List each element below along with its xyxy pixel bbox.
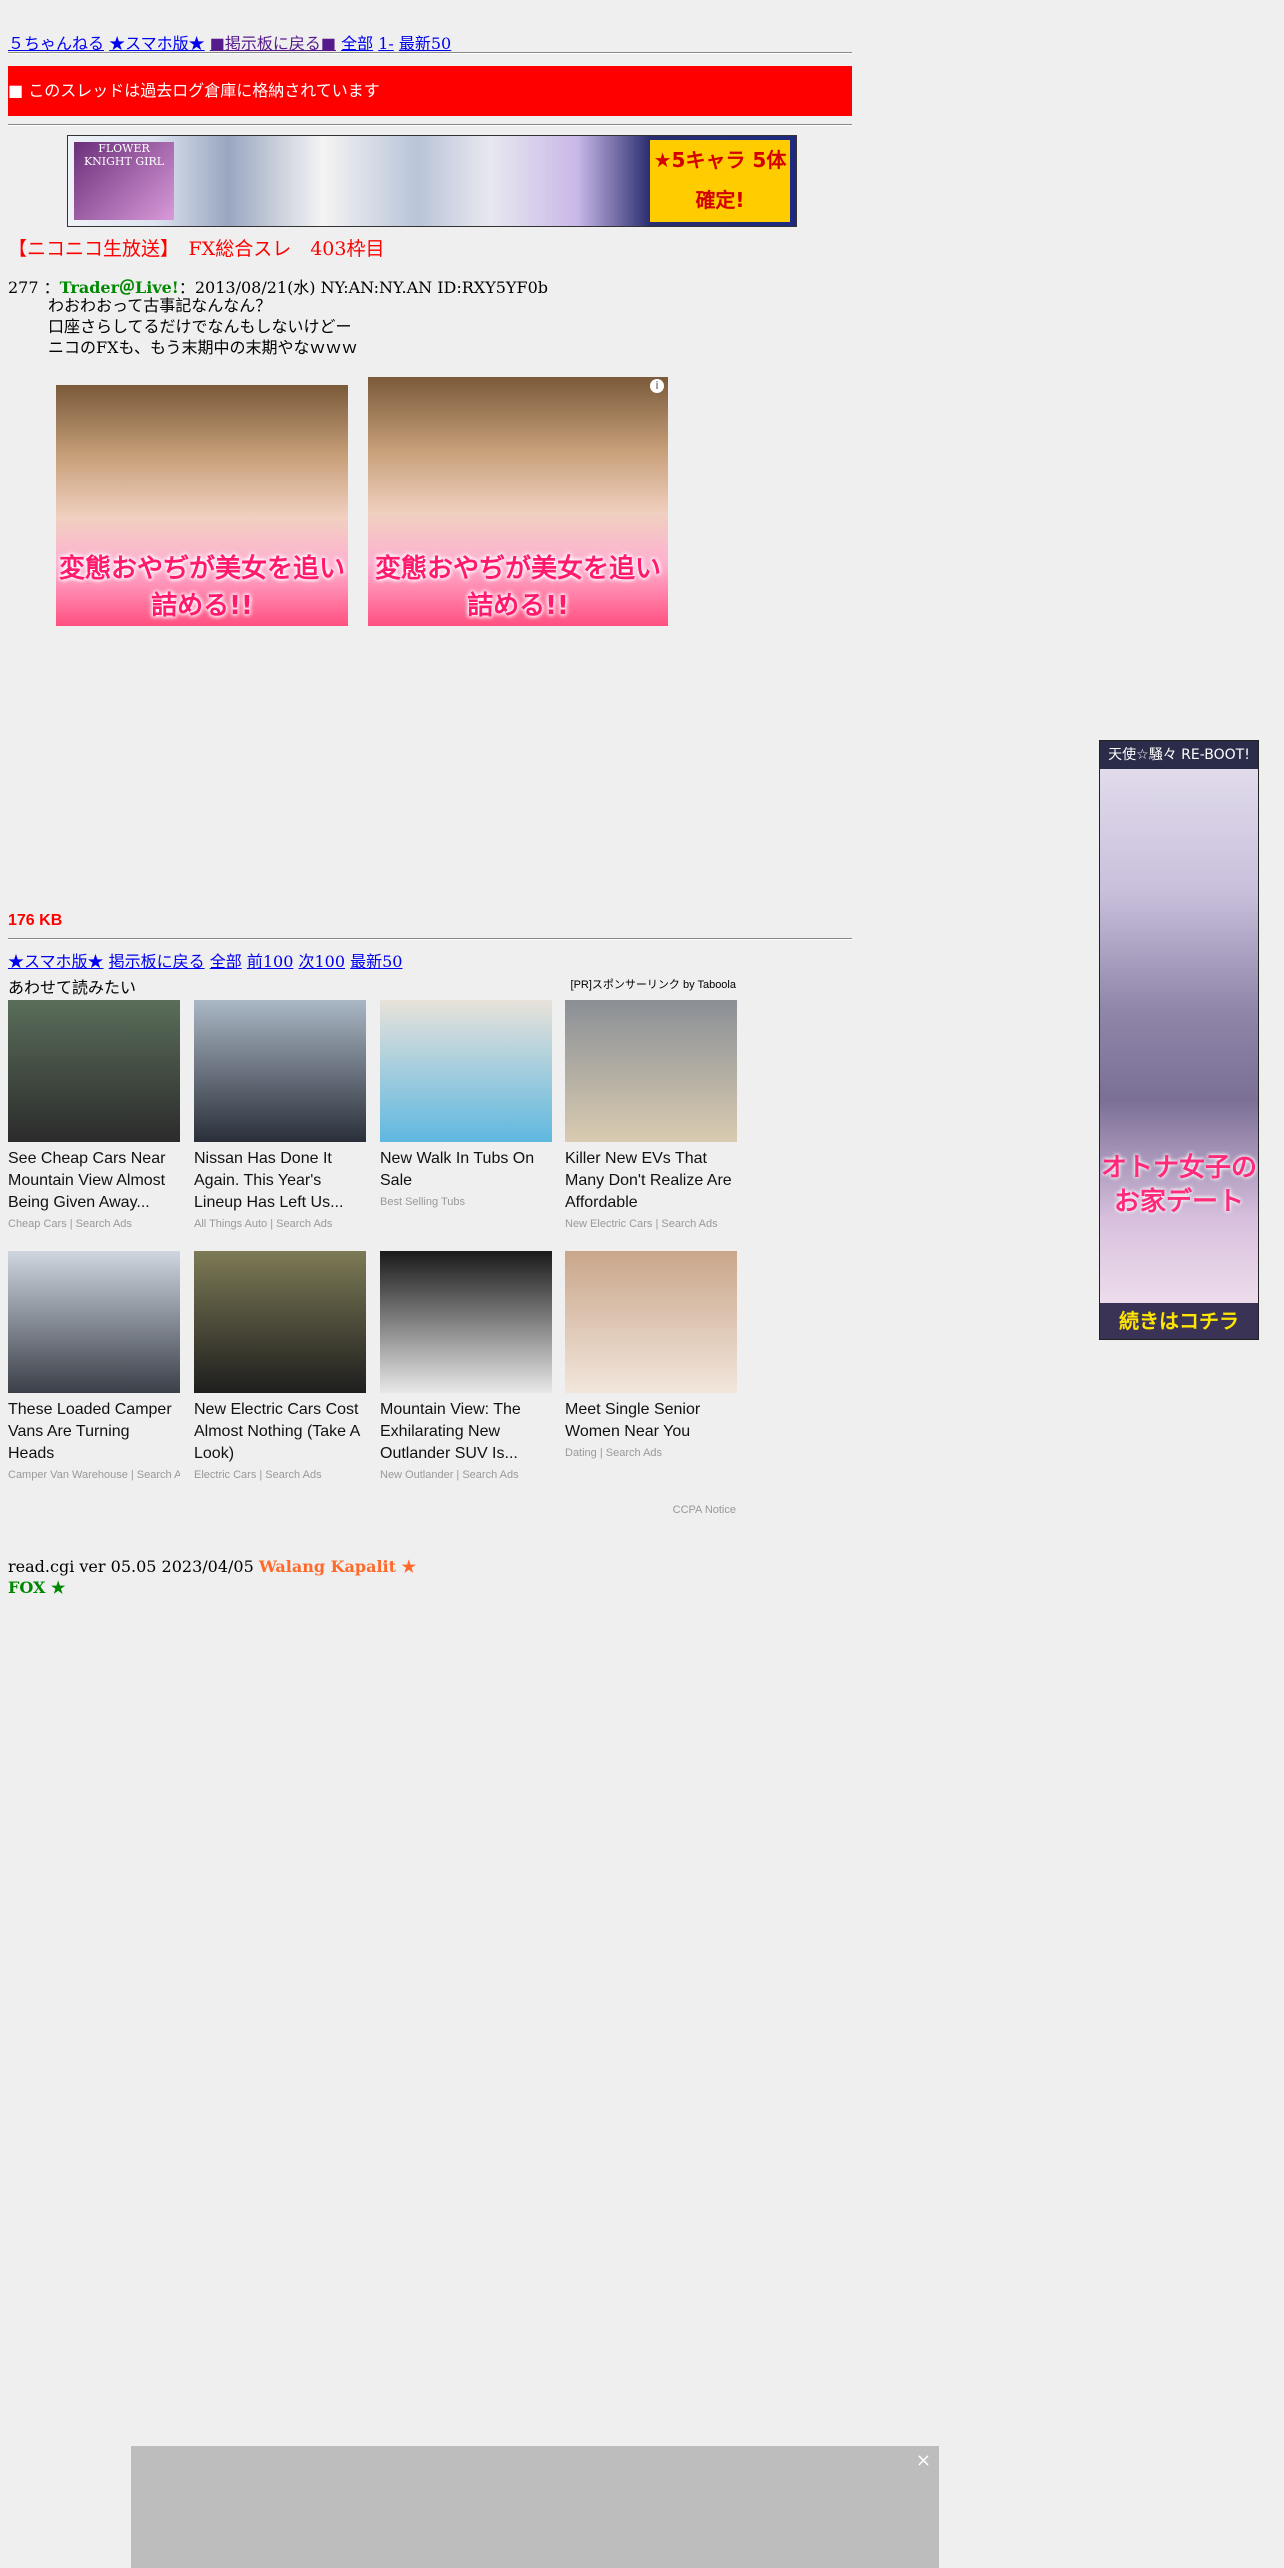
divider — [8, 124, 852, 126]
taboola-sponsor-link[interactable]: [PR]スポンサーリンク by Taboola — [571, 976, 736, 992]
bottom-overlay-ad[interactable]: × — [131, 2446, 939, 2568]
card-image[interactable] — [194, 1000, 366, 1142]
all-posts-link[interactable]: 全部 — [210, 952, 242, 971]
divider — [8, 52, 852, 54]
post-line: ニコのFXも、もう末期中の末期やなｗｗｗ — [48, 338, 358, 357]
ad-caption: 変態おやぢが美女を追い詰める!! — [58, 554, 345, 621]
post-ad-left[interactable]: 変態おやぢが美女を追い詰める!! — [56, 385, 348, 626]
archive-notice-banner: ■ このスレッドは過去ログ倉庫に格納されています — [8, 66, 852, 116]
site-link[interactable]: ５ちゃんねる — [8, 34, 104, 53]
ad-caption: 変態おやぢが美女を追い詰める!! — [374, 554, 661, 621]
smartphone-version-link[interactable]: ★スマホ版★ — [109, 34, 205, 53]
bottom-navigation: ★スマホ版★ 掲示板に戻る 全部 前100 次100 最新50 — [8, 948, 403, 972]
card-source: New Electric Cars | Search Ads — [565, 1218, 718, 1230]
divider — [8, 938, 852, 940]
card-title[interactable]: Meet Single Senior Women Near You — [565, 1399, 737, 1443]
card-source: All Things Auto | Search Ads — [194, 1218, 333, 1230]
card-image[interactable] — [565, 1251, 737, 1393]
latest50-link[interactable]: 最新50 — [399, 34, 451, 53]
card-image[interactable] — [8, 1251, 180, 1393]
card-title[interactable]: See Cheap Cars Near Mountain View Almost… — [8, 1148, 180, 1214]
archive-notice-text: ■ このスレッドは過去ログ倉庫に格納されています — [8, 81, 380, 100]
taboola-card[interactable]: New Walk In Tubs On Sale Best Selling Tu… — [380, 1000, 552, 1208]
card-title[interactable]: Nissan Has Done It Again. This Year's Li… — [194, 1148, 366, 1214]
card-image[interactable] — [8, 1000, 180, 1142]
top-banner-ad[interactable]: FLOWER KNIGHT GIRL ★5キャラ 5体確定! — [67, 135, 797, 227]
taboola-card[interactable]: New Electric Cars Cost Almost Nothing (T… — [194, 1251, 366, 1481]
side-ad-title: 天使☆騒々 RE-BOOT! — [1100, 741, 1258, 769]
card-source: Cheap Cars | Search Ads — [8, 1218, 132, 1230]
post-ad-right[interactable]: i 変態おやぢが美女を追い詰める!! — [368, 377, 668, 626]
card-image[interactable] — [380, 1000, 552, 1142]
taboola-card[interactable]: These Loaded Camper Vans Are Turning Hea… — [8, 1251, 180, 1481]
thread-title: 【ニコニコ生放送】 FX総合スレ 403枠目 — [8, 238, 385, 260]
fox-link[interactable]: FOX ★ — [8, 1578, 65, 1597]
first-posts-link[interactable]: 1- — [378, 34, 394, 53]
card-image[interactable] — [565, 1000, 737, 1142]
prev100-link[interactable]: 前100 — [247, 952, 294, 971]
ccpa-notice-link[interactable]: CCPA Notice — [8, 1504, 736, 1516]
card-title[interactable]: Mountain View: The Exhilarating New Outl… — [380, 1399, 552, 1465]
taboola-card[interactable]: Nissan Has Done It Again. This Year's Li… — [194, 1000, 366, 1230]
card-source: Best Selling Tubs — [380, 1196, 465, 1208]
back-to-board-link[interactable]: ■掲示板に戻る■ — [210, 34, 336, 53]
taboola-card[interactable]: Mountain View: The Exhilarating New Outl… — [380, 1251, 552, 1481]
all-posts-link[interactable]: 全部 — [341, 34, 373, 53]
post-body: わおわおって古事記なんなん？ 口座さらしてるだけでなんもしないけどー ニコのFX… — [48, 295, 358, 358]
card-title[interactable]: New Walk In Tubs On Sale — [380, 1148, 552, 1192]
card-source: Electric Cars | Search Ads — [194, 1469, 322, 1481]
smartphone-version-link[interactable]: ★スマホ版★ — [8, 952, 104, 971]
close-icon[interactable]: × — [916, 2450, 931, 2471]
thread-size: 176 KB — [8, 912, 63, 929]
back-to-board-link[interactable]: 掲示板に戻る — [109, 952, 205, 971]
card-image[interactable] — [380, 1251, 552, 1393]
ad-sticker: ★5キャラ 5体確定! — [650, 140, 790, 222]
side-banner-ad[interactable]: 天使☆騒々 RE-BOOT! オトナ女子のお家デート 続きはコチラ — [1099, 740, 1259, 1340]
latest50-link[interactable]: 最新50 — [350, 952, 402, 971]
version-text: read.cgi ver 05.05 2023/04/05 — [8, 1557, 254, 1576]
card-source: New Outlander | Search Ads — [380, 1469, 519, 1481]
card-image[interactable] — [194, 1251, 366, 1393]
side-ad-cta[interactable]: 続きはコチラ — [1100, 1303, 1258, 1339]
taboola-heading: あわせて読みたい — [8, 980, 137, 997]
ad-info-icon[interactable]: i — [650, 379, 664, 393]
taboola-card[interactable]: Killer New EVs That Many Don't Realize A… — [565, 1000, 737, 1230]
post-line: わおわおって古事記なんなん？ — [48, 296, 272, 315]
side-ad-tagline: オトナ女子のお家デート — [1100, 1153, 1257, 1217]
next100-link[interactable]: 次100 — [298, 952, 345, 971]
taboola-card[interactable]: See Cheap Cars Near Mountain View Almost… — [8, 1000, 180, 1230]
card-title[interactable]: Killer New EVs That Many Don't Realize A… — [565, 1148, 737, 1214]
post-number: 277 — [8, 278, 39, 297]
ad-logo: FLOWER KNIGHT GIRL — [74, 142, 174, 220]
taboola-card[interactable]: Meet Single Senior Women Near You Dating… — [565, 1251, 737, 1459]
card-title[interactable]: New Electric Cars Cost Almost Nothing (T… — [194, 1399, 366, 1465]
post-line: 口座さらしてるだけでなんもしないけどー — [48, 317, 352, 336]
taboola-header: あわせて読みたい [PR]スポンサーリンク by Taboola — [8, 974, 736, 998]
top-navigation: ５ちゃんねる ★スマホ版★ ■掲示板に戻る■ 全部 1- 最新50 — [8, 30, 451, 54]
footer: read.cgi ver 05.05 2023/04/05 Walang Kap… — [8, 1556, 416, 1598]
walang-kapalit-link[interactable]: Walang Kapalit ★ — [259, 1557, 416, 1576]
card-source: Camper Van Warehouse | Search Ads — [8, 1469, 180, 1481]
card-source: Dating | Search Ads — [565, 1447, 663, 1459]
card-title[interactable]: These Loaded Camper Vans Are Turning Hea… — [8, 1399, 180, 1465]
